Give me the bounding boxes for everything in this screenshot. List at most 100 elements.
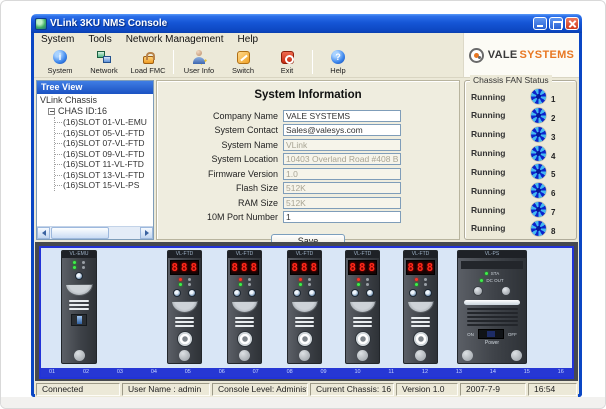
fan-icon (531, 183, 546, 198)
chassis-card-emu[interactable]: VL-EMU (61, 250, 97, 364)
round-connector (237, 331, 253, 347)
status-user-name: User Name : admin (122, 383, 210, 396)
window-titlebar[interactable]: VLink 3KU NMS Console (31, 14, 582, 33)
collapse-icon[interactable] (48, 108, 55, 115)
flash-size-field (283, 182, 401, 194)
port-number-field[interactable] (283, 211, 401, 223)
power-switch[interactable] (478, 329, 504, 339)
seven-segment-display: 888 (348, 260, 376, 275)
ps-bar (464, 300, 520, 305)
card-handle (231, 301, 258, 313)
user-info-icon (192, 50, 207, 65)
vent-lines (353, 317, 372, 327)
chassis-card-ftd-5[interactable]: VL-FTD 888 (403, 250, 438, 364)
chassis-card-ftd-4[interactable]: VL-FTD 888 (345, 250, 380, 364)
status-current-chassis: Current Chassis: 16 (310, 383, 394, 396)
ps-led-sta: STA (485, 271, 499, 276)
system-contact-label: System Contact (157, 125, 283, 135)
scroll-right-icon[interactable] (140, 227, 153, 239)
toolbar-separator (173, 50, 174, 74)
card-foot (179, 350, 190, 361)
emu-switch (71, 314, 87, 326)
menu-help[interactable]: Help (231, 33, 266, 47)
chassis-selected-frame[interactable]: VL-EMU VL-FTD 888 (39, 246, 574, 379)
vent-lines (411, 317, 430, 327)
port-block (233, 289, 256, 297)
chassis-card-ftd-3[interactable]: VL-FTD 888 (287, 250, 322, 364)
maximize-button[interactable] (549, 17, 563, 30)
tree-item-slot05[interactable]: (16)SLOT 05-VL-FTD (55, 128, 153, 139)
exit-button[interactable]: Exit (265, 48, 309, 77)
brand-panel: VALE SYSTEMS (463, 33, 579, 78)
system-contact-field[interactable] (283, 124, 401, 136)
card-handle (65, 284, 93, 296)
switch-button[interactable]: Switch (221, 48, 265, 77)
port-block (173, 289, 196, 297)
screenshot-canvas: VLink 3KU NMS Console System Tools Netwo… (0, 0, 606, 409)
status-time: 16:54 (528, 383, 577, 396)
led-block (179, 278, 191, 286)
chassis-card-ps[interactable]: VL-PS STA DC OUT ON (457, 250, 527, 364)
ps-band (461, 261, 524, 269)
menu-tools[interactable]: Tools (81, 33, 118, 47)
user-info-button[interactable]: User Info (177, 48, 221, 77)
scroll-left-icon[interactable] (37, 227, 50, 239)
brand-name-secondary: SYSTEMS (520, 49, 575, 61)
power-label: Power (485, 340, 499, 346)
tree-horizontal-scrollbar[interactable] (37, 226, 153, 239)
status-bar: Connected User Name : admin Console Leve… (35, 382, 578, 397)
ps-led-dc: DC OUT (480, 278, 503, 283)
close-button[interactable] (565, 17, 579, 30)
chassis-card-ftd-2[interactable]: VL-FTD 888 (227, 250, 262, 364)
panel-title: System Information (157, 89, 459, 101)
window-icon (35, 18, 47, 30)
fan-icon (531, 202, 546, 217)
system-location-field (283, 153, 401, 165)
minimize-button[interactable] (533, 17, 547, 30)
tree-root-node[interactable]: VLink Chassis (40, 95, 153, 106)
ram-size-label: RAM Size (157, 198, 283, 208)
led-block (415, 278, 427, 286)
seven-segment-display: 888 (290, 260, 318, 275)
company-name-field[interactable] (283, 110, 401, 122)
fan-icon (531, 108, 546, 123)
fan-row: Running 1 (471, 88, 572, 105)
status-date: 2007-7-9 (460, 383, 526, 396)
port-block (351, 289, 374, 297)
toolbar: i System Network Load FMC User Info (34, 47, 463, 78)
vent-lines (235, 317, 254, 327)
tree-item-slot01[interactable]: (16)SLOT 01-VL-EMU (55, 117, 153, 128)
tree-item-slot15[interactable]: (16)SLOT 15-VL-PS (55, 180, 153, 191)
tree-item-slot11[interactable]: (16)SLOT 11-VL-FTD (55, 159, 153, 170)
vent-lines (69, 300, 89, 310)
port-block (293, 289, 316, 297)
tree-item-slot09[interactable]: (16)SLOT 09-VL-FTD (55, 149, 153, 160)
network-button[interactable]: Network (82, 48, 126, 77)
tree-children: (16)SLOT 01-VL-EMU (16)SLOT 05-VL-FTD (1… (54, 117, 153, 191)
menu-bar: System Tools Network Management Help (34, 33, 463, 47)
ram-size-field (283, 197, 401, 209)
card-handle (407, 301, 434, 313)
system-button[interactable]: i System (38, 48, 82, 77)
card-foot (74, 350, 85, 361)
scroll-track[interactable] (50, 227, 140, 239)
scroll-thumb[interactable] (51, 227, 109, 239)
help-button[interactable]: ? Help (316, 48, 360, 77)
fan-row: Running 3 (471, 126, 572, 143)
tree-item-slot13[interactable]: (16)SLOT 13-VL-FTD (55, 170, 153, 181)
vent-lines (295, 317, 314, 327)
tree-chassis-node[interactable]: CHAS ID:16 (48, 106, 153, 117)
status-connection: Connected (36, 383, 120, 396)
tree-item-slot07[interactable]: (16)SLOT 07-VL-FTD (55, 138, 153, 149)
menu-system[interactable]: System (34, 33, 81, 47)
vale-logo-icon (469, 48, 484, 63)
menu-network-management[interactable]: Network Management (119, 33, 231, 47)
round-connector (177, 331, 193, 347)
chassis-card-ftd-1[interactable]: VL-FTD 888 (167, 250, 202, 364)
port-number-label: 10M Port Number (157, 212, 283, 222)
fan-panel-title: Chassis FAN Status (470, 75, 552, 85)
brand-name-primary: VALE (488, 49, 518, 61)
system-name-field (283, 139, 401, 151)
load-fmc-button[interactable]: Load FMC (126, 48, 170, 77)
firmware-version-field (283, 168, 401, 180)
